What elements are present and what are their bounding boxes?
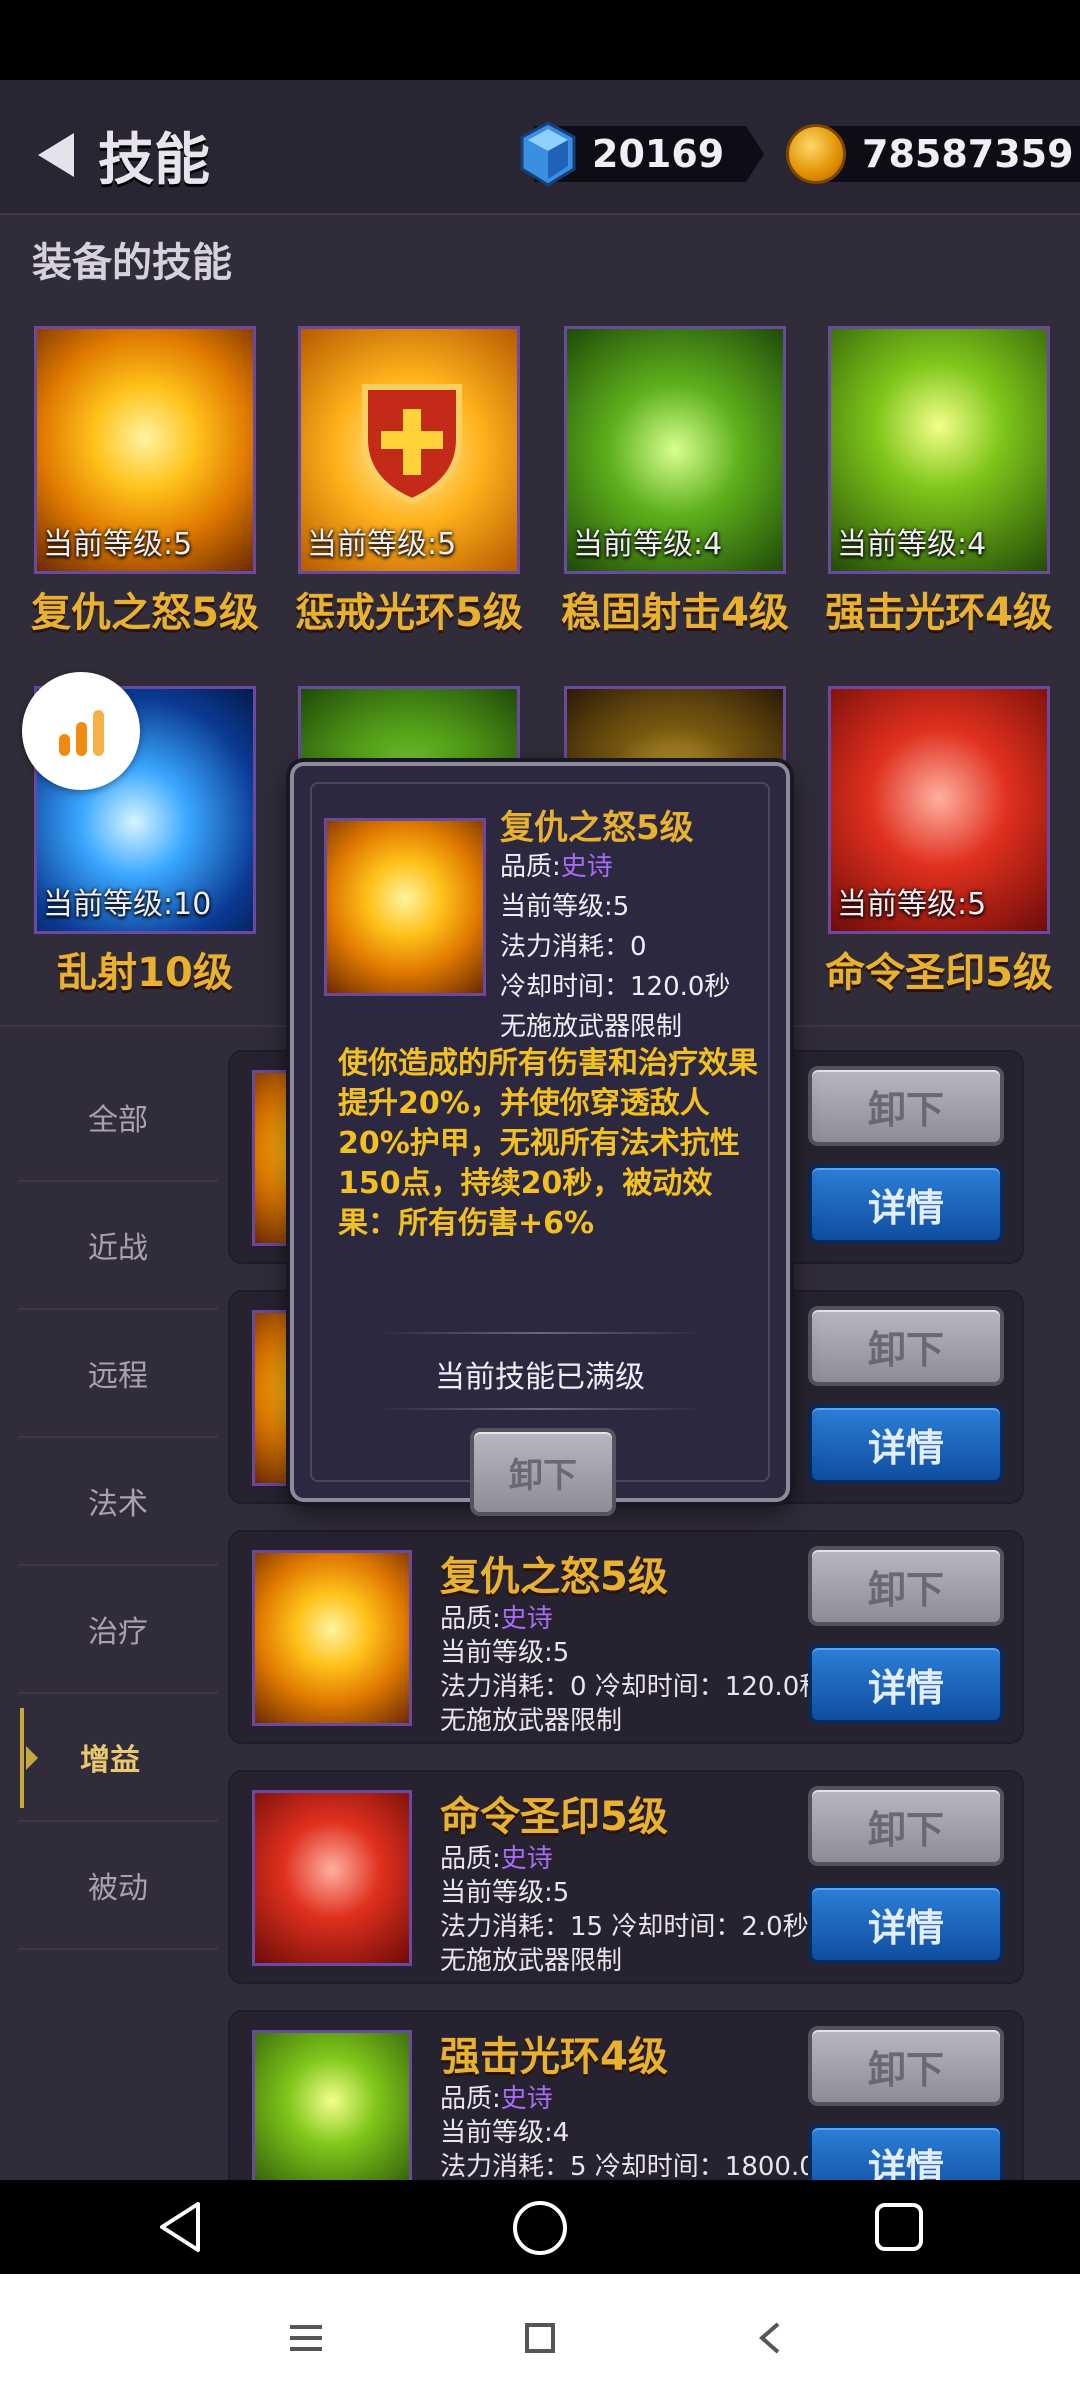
popup-restriction: 无施放武器限制	[500, 1012, 683, 1042]
filter-ranged[interactable]: 远程	[18, 1310, 218, 1438]
filter-heal[interactable]: 治疗	[18, 1566, 218, 1694]
equipped-skill-tile[interactable]: 当前等级:4	[828, 326, 1050, 574]
unequip-button[interactable]: 卸下	[808, 1786, 1004, 1866]
skill-quality: 品质:史诗	[440, 2084, 553, 2114]
list-item: 强击光环4级 品质:史诗 当前等级:4 法力消耗：5 冷却时间：1800.0秒 …	[228, 2010, 1024, 2180]
filter-all[interactable]: 全部	[18, 1054, 218, 1182]
equipped-skill-name: 强击光环4级	[825, 590, 1053, 636]
details-button[interactable]: 详情	[808, 1404, 1004, 1484]
skill-restriction: 无施放武器限制	[440, 1706, 623, 1736]
page-title: 技能	[98, 127, 210, 193]
skill-level: 当前等级:4	[837, 527, 987, 562]
equipped-skill-name: 乱射10级	[57, 950, 233, 996]
list-item: 复仇之怒5级 品质:史诗 当前等级:5 法力消耗：0 冷却时间：120.0秒 无…	[228, 1530, 1024, 1744]
skill-name: 强击光环4级	[440, 2034, 668, 2080]
coin-icon	[786, 124, 846, 184]
popup-separator	[374, 1408, 706, 1410]
popup-level: 当前等级:5	[500, 892, 630, 922]
home-square-icon[interactable]	[524, 2322, 556, 2354]
system-nav-bar	[0, 2180, 1080, 2274]
equipped-skill-tile[interactable]: 当前等级:5	[34, 326, 256, 574]
popup-unequip-button[interactable]: 卸下	[470, 1428, 616, 1516]
status-bar	[0, 0, 1080, 80]
equipped-skill-name: 惩戒光环5级	[295, 590, 523, 636]
bar-chart-icon-bar	[75, 722, 87, 756]
equipped-skill-name: 稳固射击4级	[561, 590, 789, 636]
skill-icon	[252, 1790, 412, 1966]
skill-level: 当前等级:5	[440, 1878, 570, 1908]
skill-cost: 法力消耗：0 冷却时间：120.0秒	[440, 1672, 826, 1702]
secondary-nav-bar	[0, 2274, 1080, 2400]
skill-level: 当前等级:4	[440, 2118, 570, 2148]
unequip-button[interactable]: 卸下	[808, 1546, 1004, 1626]
unequip-button[interactable]: 卸下	[808, 2026, 1004, 2106]
floating-assist-button[interactable]	[22, 672, 140, 790]
equipped-skill-name: 复仇之怒5级	[31, 590, 259, 636]
details-button[interactable]: 详情	[808, 1884, 1004, 1964]
filter-passive[interactable]: 被动	[18, 1822, 218, 1950]
skill-name: 命令圣印5级	[440, 1794, 668, 1840]
popup-skill-name: 复仇之怒5级	[500, 808, 694, 848]
unequip-button[interactable]: 卸下	[808, 1306, 1004, 1386]
skill-level: 当前等级:5	[307, 527, 457, 562]
popup-maxed-text: 当前技能已满级	[435, 1360, 645, 1395]
popup-quality: 品质:史诗	[500, 852, 613, 882]
shield-icon	[362, 384, 462, 505]
details-button[interactable]: 详情	[808, 1644, 1004, 1724]
equipped-skill-tile[interactable]: 当前等级:5	[298, 326, 520, 574]
skill-name: 复仇之怒5级	[440, 1554, 668, 1600]
equipped-skill-tile[interactable]: 当前等级:4	[564, 326, 786, 574]
skill-cost: 法力消耗：15 冷却时间：2.0秒	[440, 1912, 809, 1942]
back-triangle-icon[interactable]	[158, 2200, 202, 2254]
skill-level: 当前等级:10	[43, 887, 212, 922]
skill-restriction: 无施放武器限制	[440, 1946, 623, 1976]
popup-skill-icon	[324, 818, 486, 996]
back-arrow-icon	[38, 133, 74, 177]
coin-counter: 78587359	[786, 120, 1080, 188]
filter-melee[interactable]: 近战	[18, 1182, 218, 1310]
filter-buff-label: 增益	[80, 1743, 140, 1778]
recents-square-icon[interactable]	[874, 2202, 924, 2252]
skill-icon	[252, 1550, 412, 1726]
popup-mana: 法力消耗：0	[500, 932, 647, 962]
bar-chart-icon-bar	[92, 710, 104, 756]
header-bar: 技能 20169 78587359	[0, 80, 1080, 215]
filter-spell[interactable]: 法术	[18, 1438, 218, 1566]
gem-counter: 20169	[520, 120, 765, 188]
popup-cooldown: 冷却时间：120.0秒	[500, 972, 731, 1002]
active-marker-icon	[20, 1708, 40, 1808]
filter-buff[interactable]: 增益	[18, 1694, 218, 1822]
skill-level: 当前等级:5	[837, 887, 987, 922]
back-button[interactable]: 技能	[38, 120, 218, 193]
skill-level: 当前等级:5	[440, 1638, 570, 1668]
popup-separator	[374, 1332, 706, 1334]
skill-cost: 法力消耗：5 冷却时间：1800.0秒	[440, 2152, 842, 2180]
list-item: 命令圣印5级 品质:史诗 当前等级:5 法力消耗：15 冷却时间：2.0秒 无施…	[228, 1770, 1024, 1984]
skill-quality: 品质:史诗	[440, 1844, 553, 1874]
details-button[interactable]: 详情	[808, 2124, 1004, 2180]
menu-icon[interactable]	[288, 2322, 324, 2354]
equipped-skill-tile[interactable]: 当前等级:5	[828, 686, 1050, 934]
popup-description: 使你造成的所有伤害和治疗效果提升20%，并使你穿透敌人20%护甲，无视所有法术抗…	[338, 1046, 758, 1241]
unequip-button[interactable]: 卸下	[808, 1066, 1004, 1146]
back-chevron-icon[interactable]	[756, 2320, 782, 2356]
skill-detail-popup: 复仇之怒5级 品质:史诗 当前等级:5 法力消耗：0 冷却时间：120.0秒 无…	[290, 762, 790, 1516]
skill-icon	[252, 2030, 412, 2180]
skill-level: 当前等级:4	[573, 527, 723, 562]
equipped-skill-name: 命令圣印5级	[825, 950, 1053, 996]
skills-screen: 技能 20169 78587359 装备的技能 当前等级:5 复仇之怒5级 当前…	[0, 80, 1080, 2180]
bar-chart-icon	[58, 734, 70, 756]
equipped-section-title: 装备的技能	[32, 240, 232, 286]
skill-quality: 品质:史诗	[440, 1604, 553, 1634]
details-button[interactable]: 详情	[808, 1164, 1004, 1244]
gem-icon	[520, 121, 576, 187]
home-circle-icon[interactable]	[512, 2200, 568, 2256]
skill-level: 当前等级:5	[43, 527, 193, 562]
